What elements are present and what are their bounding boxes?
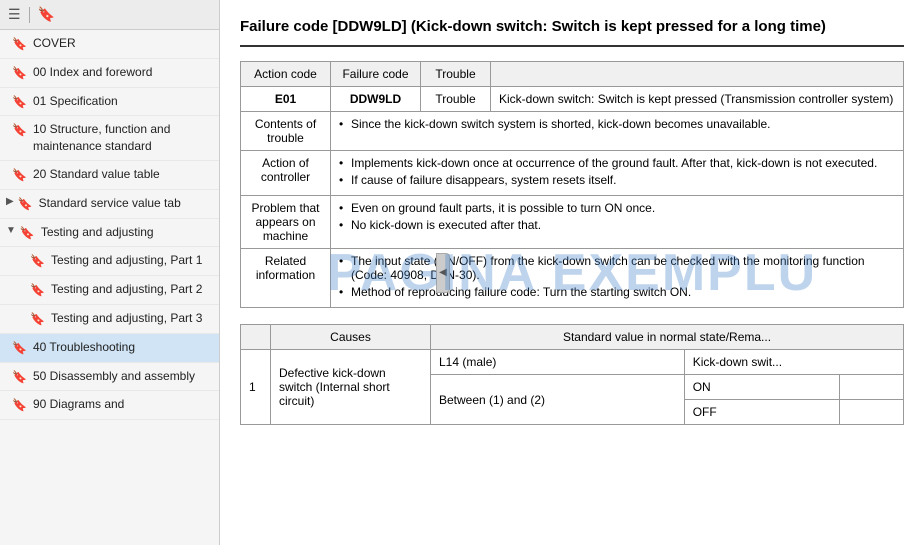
failure-code-table: Action code Failure code Trouble E01 DDW… xyxy=(240,61,904,308)
failure-code-value: DDW9LD xyxy=(331,87,421,112)
sidebar-toolbar: ☰ 🔖 xyxy=(0,0,219,30)
collapse-sidebar-button[interactable]: ◀ xyxy=(436,253,450,293)
sidebar-item-50-disassembly[interactable]: 🔖 50 Disassembly and assembly xyxy=(0,363,219,392)
cause-text: Defective kick-down switch (Internal sho… xyxy=(271,350,431,425)
bookmark-nav-icon: 🔖 xyxy=(18,196,33,213)
sidebar-item-10[interactable]: 🔖 10 Structure, function and maintenance… xyxy=(0,116,219,161)
sidebar-item-testing-part3[interactable]: 🔖 Testing and adjusting, Part 3 xyxy=(0,305,219,334)
collapse-arrow-icon: ◀ xyxy=(439,267,447,278)
sidebar-item-label: 20 Standard value table xyxy=(33,166,211,183)
bookmark-nav-icon: 🔖 xyxy=(30,282,45,299)
contents-text: Since the kick-down switch system is sho… xyxy=(331,112,904,151)
sidebar-item-label: Testing and adjusting, Part 3 xyxy=(51,310,211,327)
sidebar-item-testing-adj[interactable]: ▼ 🔖 Testing and adjusting xyxy=(0,219,219,248)
state-off: OFF xyxy=(684,400,839,425)
sidebar-item-20[interactable]: 🔖 20 Standard value table xyxy=(0,161,219,190)
bookmark-nav-icon: 🔖 xyxy=(12,36,27,53)
contents-bullet: Since the kick-down switch system is sho… xyxy=(339,117,895,131)
problem-bullet-2: No kick-down is executed after that. xyxy=(339,218,895,232)
trouble-text: Kick-down switch: Switch is kept pressed… xyxy=(491,87,904,112)
problem-machine-text: Even on ground fault parts, it is possib… xyxy=(331,196,904,249)
sidebar-item-testing-part2[interactable]: 🔖 Testing and adjusting, Part 2 xyxy=(0,276,219,305)
action-code-value: E01 xyxy=(241,87,331,112)
causes-header: Causes xyxy=(271,325,431,350)
action-bullet-1: Implements kick-down once at occurrence … xyxy=(339,156,895,170)
sidebar-item-90-diagrams[interactable]: 🔖 90 Diagrams and xyxy=(0,391,219,420)
bookmark-nav-icon: 🔖 xyxy=(30,253,45,270)
sidebar-item-label: 00 Index and foreword xyxy=(33,64,211,81)
sidebar-item-label: Standard service value tab xyxy=(39,195,211,212)
value-off xyxy=(839,400,903,425)
bookmark-nav-icon: 🔖 xyxy=(12,94,27,111)
sidebar-item-01[interactable]: 🔖 01 Specification xyxy=(0,88,219,117)
action-controller-label: Action ofcontroller xyxy=(241,151,331,196)
related-bullet-1: The input state (ON/OFF) from the kick-d… xyxy=(339,254,895,282)
action-controller-text: Implements kick-down once at occurrence … xyxy=(331,151,904,196)
causes-num-header xyxy=(241,325,271,350)
connector-label: L14 (male) xyxy=(431,350,685,375)
page-title: Failure code [DDW9LD] (Kick-down switch:… xyxy=(240,16,904,47)
related-info-label: Relatedinformation xyxy=(241,249,331,308)
problem-bullet-1: Even on ground fault parts, it is possib… xyxy=(339,201,895,215)
sidebar-item-label: COVER xyxy=(33,35,211,52)
bookmark-nav-icon: 🔖 xyxy=(12,340,27,357)
state-on: ON xyxy=(684,375,839,400)
expand-arrow-icon: ▶ xyxy=(6,195,14,209)
sidebar-item-cover[interactable]: 🔖 COVER xyxy=(0,30,219,59)
sidebar-item-00[interactable]: 🔖 00 Index and foreword xyxy=(0,59,219,88)
sidebar-item-label: Testing and adjusting, Part 2 xyxy=(51,281,211,298)
cause-num: 1 xyxy=(241,350,271,425)
bookmark-nav-icon: 🔖 xyxy=(30,311,45,328)
sidebar-item-label: 01 Specification xyxy=(33,93,211,110)
page-title-text: Failure code [DDW9LD] (Kick-down switch:… xyxy=(240,18,826,35)
sidebar-item-label: Testing and adjusting, Part 1 xyxy=(51,252,211,269)
sidebar-item-label: 10 Structure, function and maintenance s… xyxy=(33,121,211,155)
connector-value: Kick-down swit... xyxy=(684,350,903,375)
causes-table: Causes Standard value in normal state/Re… xyxy=(240,324,904,425)
sidebar-item-label: 50 Disassembly and assembly xyxy=(33,368,211,385)
action-bullet-2: If cause of failure disappears, system r… xyxy=(339,173,895,187)
bookmark-nav-icon: 🔖 xyxy=(12,397,27,414)
between-label: Between (1) and (2) xyxy=(431,375,685,425)
value-on xyxy=(839,375,903,400)
contents-label: Contents oftrouble xyxy=(241,112,331,151)
bookmark-icon[interactable]: 🔖 xyxy=(38,6,55,23)
menu-icon[interactable]: ☰ xyxy=(8,6,21,23)
problem-machine-label: Problem thatappears onmachine xyxy=(241,196,331,249)
main-content: PAGINA EXEMPLU Failure code [DDW9LD] (Ki… xyxy=(220,0,924,545)
failure-code-header: Failure code xyxy=(331,62,421,87)
sidebar-item-40-troubleshooting[interactable]: 🔖 40 Troubleshooting xyxy=(0,334,219,363)
sidebar: ☰ 🔖 🔖 COVER 🔖 00 Index and foreword 🔖 01… xyxy=(0,0,220,545)
expand-arrow-icon: ▼ xyxy=(6,224,16,238)
trouble-label: Trouble xyxy=(421,87,491,112)
related-bullet-2: Method of reproducing failure code: Turn… xyxy=(339,285,895,299)
bookmark-nav-icon: 🔖 xyxy=(12,369,27,386)
bookmark-nav-icon: 🔖 xyxy=(12,65,27,82)
related-info-text: The input state (ON/OFF) from the kick-d… xyxy=(331,249,904,308)
sidebar-item-label: 40 Troubleshooting xyxy=(33,339,211,356)
sidebar-item-label: Testing and adjusting xyxy=(41,224,211,241)
standard-value-header: Standard value in normal state/Rema... xyxy=(431,325,904,350)
trouble-header: Trouble xyxy=(421,62,491,87)
sidebar-item-testing-part1[interactable]: 🔖 Testing and adjusting, Part 1 xyxy=(0,247,219,276)
sidebar-item-standard-service[interactable]: ▶ 🔖 Standard service value tab xyxy=(0,190,219,219)
bookmark-nav-icon: 🔖 xyxy=(12,167,27,184)
sidebar-item-label: 90 Diagrams and xyxy=(33,396,211,413)
bookmark-nav-icon: 🔖 xyxy=(12,122,27,139)
bookmark-nav-icon: 🔖 xyxy=(20,225,35,242)
action-code-header: Action code xyxy=(241,62,331,87)
trouble-desc-header xyxy=(491,62,904,87)
